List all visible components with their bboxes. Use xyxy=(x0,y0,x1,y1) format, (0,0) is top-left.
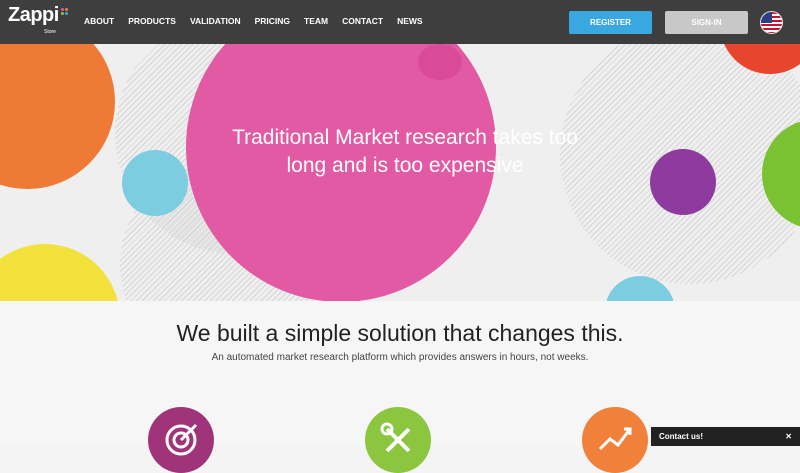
register-button[interactable]: REGISTER xyxy=(569,11,652,34)
blue-circle-left xyxy=(122,150,188,216)
nav-pricing[interactable]: PRICING xyxy=(255,16,290,26)
yellow-circle xyxy=(0,244,120,301)
logo-text: Zappi xyxy=(8,4,59,26)
solution-section: We built a simple solution that changes … xyxy=(0,301,800,473)
main-nav: ABOUT PRODUCTS VALIDATION PRICING TEAM C… xyxy=(84,16,437,26)
zappi-logo[interactable]: Zappi Store xyxy=(8,4,69,40)
solution-subheading: An automated market research platform wh… xyxy=(211,352,589,363)
hero-banner: Traditional Market research takes too lo… xyxy=(0,44,800,301)
nav-products[interactable]: PRODUCTS xyxy=(128,16,176,26)
us-flag-icon[interactable] xyxy=(760,11,783,34)
orange-circle xyxy=(0,44,115,189)
pink-small-circle xyxy=(418,44,462,80)
close-icon[interactable]: ✕ xyxy=(785,432,792,441)
logo-dots-icon xyxy=(61,8,69,16)
nav-validation[interactable]: VALIDATION xyxy=(190,16,241,26)
nav-news[interactable]: NEWS xyxy=(397,16,423,26)
logo-subtext: Store xyxy=(44,29,56,35)
nav-contact[interactable]: CONTACT xyxy=(342,16,383,26)
hero-title: Traditional Market research takes too lo… xyxy=(232,126,578,177)
contact-us-label: Contact us! xyxy=(659,432,703,441)
growth-chart-icon xyxy=(582,407,648,473)
solution-heading: We built a simple solution that changes … xyxy=(176,320,624,346)
contact-us-bar[interactable]: Contact us! ✕ xyxy=(651,427,800,446)
top-navbar: Zappi Store ABOUT PRODUCTS VALIDATION PR… xyxy=(0,0,800,44)
tools-icon xyxy=(365,407,431,473)
target-icon xyxy=(148,407,214,473)
nav-about[interactable]: ABOUT xyxy=(84,16,114,26)
sign-in-button[interactable]: SIGN-IN xyxy=(665,11,748,34)
purple-circle xyxy=(650,149,716,215)
nav-team[interactable]: TEAM xyxy=(304,16,328,26)
